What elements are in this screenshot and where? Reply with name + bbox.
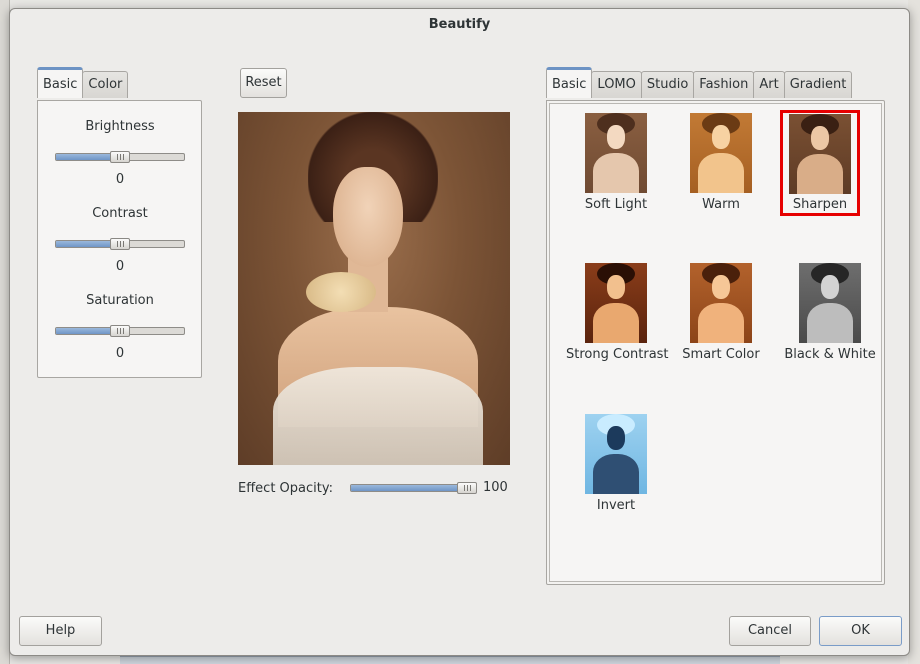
effect-thumbnail	[585, 414, 647, 494]
effect-thumbnail	[799, 263, 861, 343]
effect-label: Black & White	[784, 347, 876, 362]
brightness-slider[interactable]	[55, 151, 185, 163]
ok-button[interactable]: OK	[819, 616, 902, 646]
adjust-tabs: Basic Color	[37, 67, 129, 98]
effect-opacity-slider[interactable]	[350, 482, 477, 494]
effect-label: Smart Color	[682, 347, 760, 362]
contrast-label: Contrast	[92, 206, 148, 221]
help-button[interactable]: Help	[19, 616, 102, 646]
cancel-button[interactable]: Cancel	[729, 616, 811, 646]
brightness-value: 0	[115, 172, 125, 187]
adjust-panel: Brightness 0 Contrast 0 Saturation 0	[37, 100, 202, 378]
effect-thumbnail	[690, 113, 752, 193]
tab-lomo[interactable]: LOMO	[591, 71, 642, 98]
saturation-handle[interactable]	[110, 325, 130, 337]
effect-label: Soft Light	[584, 197, 648, 212]
dialog-title: Beautify	[428, 17, 491, 32]
contrast-slider[interactable]	[55, 238, 185, 250]
tab-color[interactable]: Color	[82, 71, 129, 98]
effect-black-white[interactable]: Black & White	[780, 263, 880, 362]
effect-sharpen[interactable]: Sharpen	[780, 110, 860, 216]
effect-opacity-handle[interactable]	[457, 482, 477, 494]
background-scrollbar	[120, 656, 780, 664]
preview-image	[238, 112, 510, 465]
brightness-handle[interactable]	[110, 151, 130, 163]
beautify-dialog: Beautify Basic Color Brightness 0 Contra…	[9, 8, 910, 656]
effect-warm[interactable]: Warm	[671, 113, 771, 212]
effect-thumbnail	[690, 263, 752, 343]
saturation-slider[interactable]	[55, 325, 185, 337]
effect-label: Warm	[702, 197, 740, 212]
reset-button[interactable]: Reset	[240, 68, 287, 98]
tab-fashion[interactable]: Fashion	[693, 71, 755, 98]
tab-gradient[interactable]: Gradient	[783, 71, 853, 98]
tab-basic[interactable]: Basic	[37, 67, 84, 98]
saturation-label: Saturation	[86, 293, 154, 308]
effect-label: Strong Contrast	[566, 347, 669, 362]
effect-soft-light[interactable]: Soft Light	[566, 113, 666, 212]
effect-invert[interactable]: Invert	[566, 414, 666, 513]
effect-thumbnail	[585, 263, 647, 343]
tab-studio[interactable]: Studio	[640, 71, 695, 98]
saturation-value: 0	[115, 346, 125, 361]
effect-opacity-label: Effect Opacity:	[238, 481, 333, 496]
effect-opacity-value: 100	[483, 480, 508, 495]
effect-strong-contrast[interactable]: Strong Contrast	[566, 263, 669, 362]
effect-smart-color[interactable]: Smart Color	[671, 263, 771, 362]
tab-art[interactable]: Art	[753, 71, 785, 98]
effect-label: Invert	[596, 498, 636, 513]
contrast-handle[interactable]	[110, 238, 130, 250]
brightness-label: Brightness	[85, 119, 155, 134]
effect-tabs: Basic LOMO Studio Fashion Art Gradient	[546, 67, 853, 98]
contrast-value: 0	[115, 259, 125, 274]
effect-thumbnail	[585, 113, 647, 193]
effect-label: Sharpen	[792, 197, 848, 212]
tab-effects-basic[interactable]: Basic	[546, 67, 593, 98]
effect-thumbnail	[789, 114, 851, 194]
